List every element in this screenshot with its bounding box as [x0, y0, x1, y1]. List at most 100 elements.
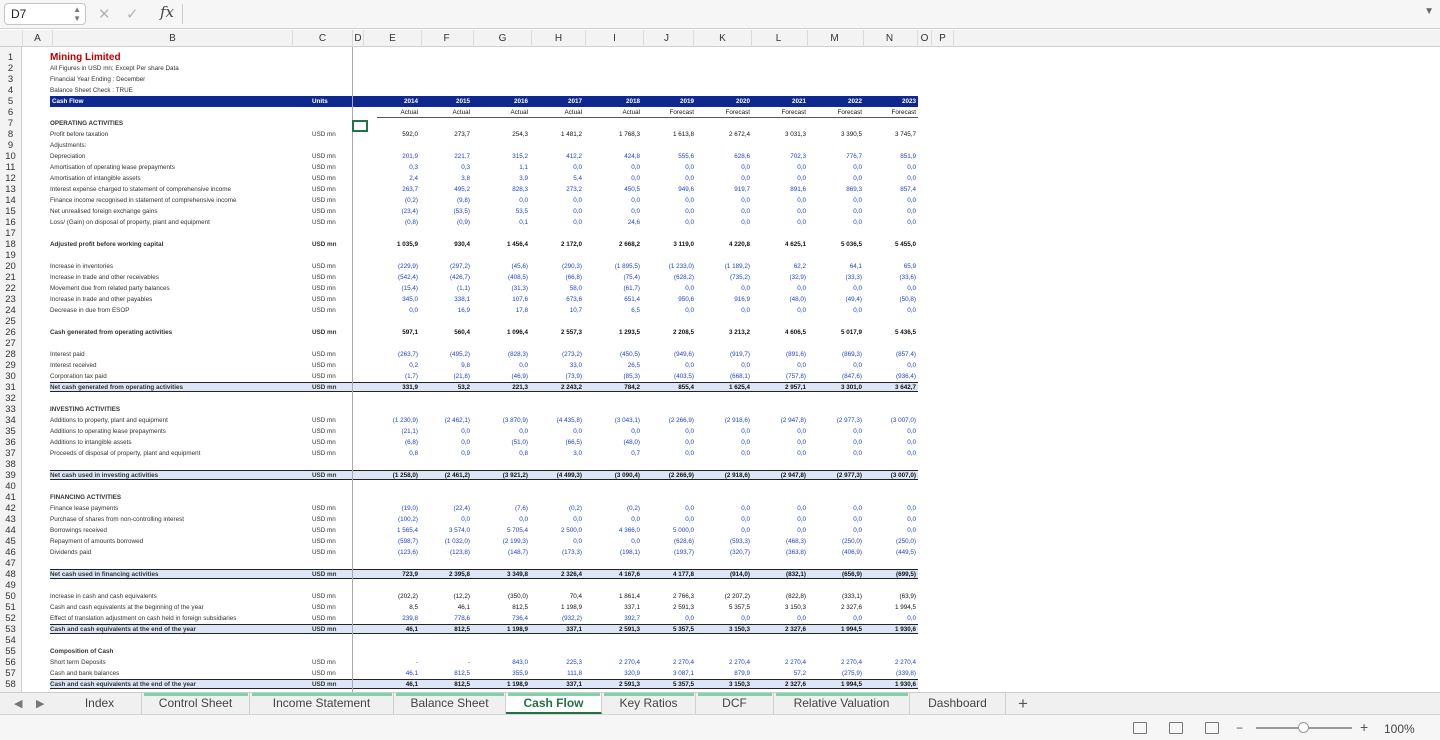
column-header-p[interactable]: P	[932, 30, 954, 47]
row-header[interactable]: 20	[0, 261, 21, 272]
row-header[interactable]: 27	[0, 338, 21, 349]
row-header[interactable]: 32	[0, 393, 21, 404]
column-header-j[interactable]: J	[640, 30, 694, 47]
selected-cell-d7[interactable]	[352, 120, 368, 132]
column-header-b[interactable]: B	[53, 30, 293, 47]
row-header[interactable]: 17	[0, 228, 21, 239]
row-header[interactable]: 57	[0, 668, 21, 679]
tab-control-sheet[interactable]: Control Sheet	[142, 693, 250, 714]
name-box[interactable]: D7 ▲ ▼	[4, 3, 86, 25]
row-header[interactable]: 47	[0, 558, 21, 569]
row-header[interactable]: 12	[0, 173, 21, 184]
column-header-i[interactable]: I	[586, 30, 644, 47]
row-header[interactable]: 40	[0, 481, 21, 492]
column-header-m[interactable]: M	[806, 30, 864, 47]
row-header[interactable]: 58	[0, 679, 21, 690]
expand-formula-icon[interactable]: ▼	[1424, 6, 1434, 17]
tab-balance-sheet[interactable]: Balance Sheet	[394, 693, 506, 714]
row-header[interactable]: 28	[0, 349, 21, 360]
tab-key-ratios[interactable]: Key Ratios	[602, 693, 696, 714]
tab-income-statement[interactable]: Income Statement	[250, 693, 394, 714]
function-icon[interactable]: fx	[160, 3, 174, 21]
row-header[interactable]: 8	[0, 129, 21, 140]
row-header[interactable]: 56	[0, 657, 21, 668]
row-header[interactable]: 48	[0, 569, 21, 580]
row-header[interactable]: 6	[0, 107, 21, 118]
tab-index[interactable]: Index	[58, 693, 142, 714]
column-header-d[interactable]: D	[353, 30, 364, 47]
row-header[interactable]: 45	[0, 536, 21, 547]
row-header[interactable]: 26	[0, 327, 21, 338]
add-sheet-button[interactable]: +	[1018, 694, 1028, 714]
row-header[interactable]: 54	[0, 635, 21, 646]
row-header[interactable]: 34	[0, 415, 21, 426]
row-header[interactable]: 19	[0, 250, 21, 261]
column-header-o[interactable]: O	[918, 30, 932, 47]
row-header[interactable]: 5	[0, 96, 21, 107]
row-header[interactable]: 49	[0, 580, 21, 591]
column-header-n[interactable]: N	[862, 30, 918, 47]
row-header[interactable]: 53	[0, 624, 21, 635]
row-header[interactable]: 43	[0, 514, 21, 525]
zoom-out-button[interactable]: −	[1236, 721, 1243, 735]
scroll-right-icon[interactable]: ▶	[36, 697, 44, 710]
row-header[interactable]: 24	[0, 305, 21, 316]
row-header[interactable]: 46	[0, 547, 21, 558]
confirm-icon[interactable]: ✓	[126, 5, 139, 23]
name-box-spinner-icon[interactable]: ▲ ▼	[73, 5, 81, 23]
column-header-a[interactable]: A	[23, 30, 53, 47]
row-header[interactable]: 33	[0, 404, 21, 415]
cancel-icon[interactable]: ✕	[98, 5, 111, 23]
tab-dcf[interactable]: DCF	[696, 693, 774, 714]
row-header[interactable]: 37	[0, 448, 21, 459]
row-header[interactable]: 10	[0, 151, 21, 162]
row-header[interactable]: 38	[0, 459, 21, 470]
zoom-slider-handle[interactable]	[1298, 722, 1309, 733]
row-header[interactable]: 21	[0, 272, 21, 283]
row-header[interactable]: 13	[0, 184, 21, 195]
row-header[interactable]: 51	[0, 602, 21, 613]
column-header-h[interactable]: H	[532, 30, 586, 47]
row-header[interactable]: 4	[0, 85, 21, 96]
row-header[interactable]: 1	[0, 52, 21, 63]
row-header[interactable]: 35	[0, 426, 21, 437]
tab-cash-flow[interactable]: Cash Flow	[506, 693, 602, 714]
row-header[interactable]: 36	[0, 437, 21, 448]
zoom-in-button[interactable]: +	[1360, 719, 1368, 735]
page-break-icon[interactable]	[1205, 722, 1219, 734]
tab-dashboard[interactable]: Dashboard	[910, 693, 1006, 714]
row-header[interactable]: 52	[0, 613, 21, 624]
row-header[interactable]: 7	[0, 118, 21, 129]
row-header[interactable]: 41	[0, 492, 21, 503]
row-header[interactable]: 31	[0, 382, 21, 393]
zoom-level[interactable]: 100%	[1384, 722, 1415, 736]
column-header-f[interactable]: F	[420, 30, 474, 47]
row-header[interactable]: 25	[0, 316, 21, 327]
row-header[interactable]: 18	[0, 239, 21, 250]
column-header-c[interactable]: C	[293, 30, 353, 47]
row-header[interactable]: 16	[0, 217, 21, 228]
row-header[interactable]: 15	[0, 206, 21, 217]
row-header[interactable]: 50	[0, 591, 21, 602]
column-header-l[interactable]: L	[750, 30, 808, 47]
row-header[interactable]: 44	[0, 525, 21, 536]
normal-view-icon[interactable]	[1133, 722, 1147, 734]
sheet-grid[interactable]: Mining Limited All Figures in USD mn; Exc…	[23, 47, 1440, 692]
row-header[interactable]: 30	[0, 371, 21, 382]
column-header-e[interactable]: E	[364, 30, 422, 47]
row-header[interactable]: 11	[0, 162, 21, 173]
row-header[interactable]: 39	[0, 470, 21, 481]
column-header-k[interactable]: K	[694, 30, 752, 47]
row-header[interactable]: 29	[0, 360, 21, 371]
row-header[interactable]: 3	[0, 74, 21, 85]
tab-relative-valuation[interactable]: Relative Valuation	[774, 693, 910, 714]
row-header[interactable]: 42	[0, 503, 21, 514]
row-header[interactable]: 55	[0, 646, 21, 657]
row-header[interactable]: 2	[0, 63, 21, 74]
column-header-g[interactable]: G	[474, 30, 532, 47]
row-header[interactable]: 9	[0, 140, 21, 151]
scroll-left-icon[interactable]: ◀	[14, 697, 22, 710]
row-header[interactable]: 23	[0, 294, 21, 305]
select-all-corner[interactable]	[0, 30, 23, 47]
page-layout-icon[interactable]	[1169, 722, 1183, 734]
